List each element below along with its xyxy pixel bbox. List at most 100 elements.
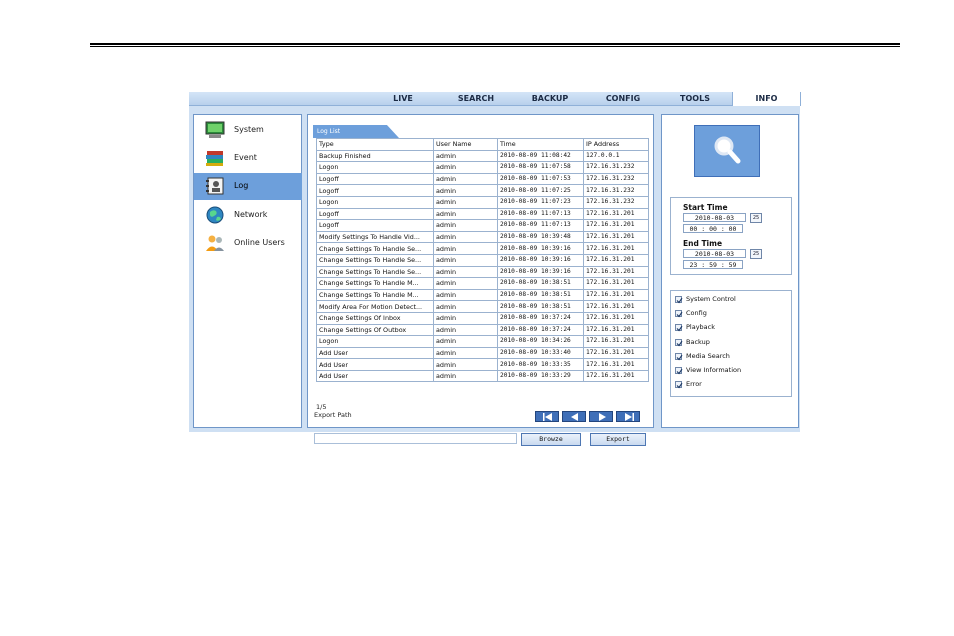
sidebar-item-system[interactable]: System (194, 117, 302, 144)
log-table: Type User Name Time IP Address Backup Fi… (316, 138, 649, 383)
tab-tools[interactable]: TOOLS (671, 92, 719, 105)
table-row[interactable]: Change Settings To Handle M... admin 2010-… (316, 288, 649, 302)
table-row[interactable]: Add User admin 2010-08-09 10:33:35 172.16.3… (316, 358, 649, 371)
filter-checkbox-label: View Information (686, 366, 742, 374)
table-row[interactable]: Logoff admin 2010-08-09 11:07:13 172.16.31.… (316, 219, 649, 232)
sidebar-item-label: System (234, 125, 264, 134)
checkbox[interactable] (675, 338, 683, 347)
export-path-input[interactable] (314, 433, 517, 444)
checkbox[interactable] (675, 310, 683, 318)
sidebar-item-log[interactable]: Log (194, 173, 302, 200)
end-time-field[interactable]: 23 : 59 : 59 (683, 260, 743, 269)
magnifier-icon (714, 136, 741, 164)
table-row[interactable]: Change Settings To Handle Se... admin 2010… (316, 253, 649, 267)
start-time-field[interactable]: 00 : 00 : 00 (683, 224, 743, 233)
sidebar-item-online-users[interactable]: Online Users (194, 230, 302, 257)
checkbox[interactable] (675, 324, 683, 332)
time-cell: 2010-08-09 10:39:16 (497, 253, 584, 267)
user-name-cell: admin (433, 184, 498, 197)
table-row[interactable]: Add User admin 2010-08-09 10:33:29 172.16.3… (316, 369, 649, 383)
export-button[interactable]: Export (590, 433, 646, 446)
document-rule (90, 43, 900, 45)
table-row[interactable]: Backup Finished admin 2010-08-09 11:08:42 1… (316, 149, 649, 163)
table-row[interactable]: Logoff admin 2010-08-09 11:07:53 172.16.31.… (316, 172, 649, 186)
ip-address-cell: 172.16.31.201 (583, 369, 649, 383)
prev-page-button[interactable] (562, 411, 586, 422)
user-name-cell: admin (433, 161, 498, 174)
column-header-user[interactable]: User Name (433, 138, 498, 151)
user-name-cell: admin (433, 242, 498, 255)
tab-config[interactable]: CONFIG (597, 92, 649, 105)
time-cell: 2010-08-09 11:08:42 (497, 149, 584, 163)
time-range-box: Start Time 2010-08-03 25 00 : 00 : 00 En… (670, 197, 792, 275)
table-row[interactable]: Logoff admin 2010-08-09 11:07:13 172.16.31.… (316, 207, 649, 221)
table-row[interactable]: Logon admin 2010-08-09 10:34:26 172.16.31.2… (316, 335, 649, 348)
column-header-ip[interactable]: IP Address (583, 138, 649, 151)
check-icon (676, 368, 683, 375)
user-name-cell: admin (433, 172, 498, 186)
books-icon (206, 151, 223, 166)
table-row[interactable]: Change Settings To Handle Se... admin 2010… (316, 265, 649, 279)
last-page-button[interactable] (616, 411, 640, 422)
checkbox[interactable] (675, 296, 683, 304)
next-page-button[interactable] (589, 411, 613, 422)
tab-info[interactable]: INFO (732, 92, 801, 106)
column-header-type[interactable]: Type (316, 138, 434, 151)
log-type-cell: Modify Area For Motion Detect... (316, 300, 434, 313)
start-calendar-icon[interactable]: 25 (750, 213, 762, 223)
ip-address-cell: 172.16.31.201 (583, 219, 649, 232)
log-type-cell: Change Settings Of Outbox (316, 323, 434, 337)
ip-address-cell: 172.16.31.201 (583, 277, 649, 290)
filter-checkbox-label: Media Search (686, 351, 730, 360)
table-row[interactable]: Change Settings To Handle M... admin 2010-… (316, 277, 649, 290)
user-name-cell: admin (433, 311, 498, 325)
log-type-cell: Logon (316, 335, 434, 348)
ip-address-cell: 172.16.31.232 (583, 161, 649, 174)
browse-button[interactable]: Browze (521, 433, 581, 446)
table-row[interactable]: Modify Settings To Handle Vid... admin 201… (316, 230, 649, 244)
first-page-button[interactable] (535, 411, 559, 422)
table-row[interactable]: Logoff admin 2010-08-09 11:07:25 172.16.31.… (316, 184, 649, 197)
time-cell: 2010-08-09 10:39:16 (497, 242, 584, 255)
sidebar-item-event[interactable]: Event (194, 145, 302, 172)
end-date-field[interactable]: 2010-08-03 (683, 249, 746, 258)
top-nav: LIVE SEARCH BACKUP CONFIG TOOLS INFO (189, 92, 801, 106)
ip-address-cell: 127.0.0.1 (583, 149, 649, 163)
table-row[interactable]: Logon admin 2010-08-09 11:07:23 172.16.31.2… (316, 195, 649, 209)
log-type-cell: Logoff (316, 207, 434, 221)
time-cell: 2010-08-09 11:07:58 (497, 161, 584, 174)
end-calendar-icon[interactable]: 25 (750, 249, 762, 259)
time-cell: 2010-08-09 10:33:35 (497, 358, 584, 371)
search-button[interactable] (694, 125, 760, 177)
start-date-field[interactable]: 2010-08-03 (683, 213, 746, 222)
log-type-cell: Change Settings To Handle Se... (316, 253, 434, 267)
users-icon (206, 235, 224, 251)
table-row[interactable]: Modify Area For Motion Detect... admin 201… (316, 300, 649, 313)
user-name-cell: admin (433, 323, 498, 337)
log-type-cell: Add User (316, 369, 434, 383)
tab-search[interactable]: SEARCH (451, 92, 501, 105)
user-name-cell: admin (433, 253, 498, 267)
tab-live[interactable]: LIVE (384, 92, 422, 105)
time-cell: 2010-08-09 11:07:13 (497, 219, 584, 232)
sidebar-item-network[interactable]: Network (194, 202, 302, 229)
checkbox[interactable] (675, 352, 683, 361)
table-row[interactable]: Change Settings Of Outbox admin 2010-08-09… (316, 323, 649, 337)
table-row[interactable]: Change Settings Of Inbox admin 2010-08-09 … (316, 311, 649, 325)
time-cell: 2010-08-09 10:33:29 (497, 369, 584, 383)
table-row[interactable]: Add User admin 2010-08-09 10:33:40 172.16.3… (316, 346, 649, 360)
log-list-tab[interactable]: Log List (313, 125, 399, 138)
checkbox[interactable] (675, 381, 683, 389)
sidebar-item-label: Event (234, 153, 257, 162)
time-cell: 2010-08-09 10:38:51 (497, 288, 584, 302)
log-type-cell: Add User (316, 358, 434, 371)
table-row[interactable]: Logon admin 2010-08-09 11:07:58 172.16.31.2… (316, 161, 649, 174)
checkbox[interactable] (675, 367, 683, 375)
table-row[interactable]: Change Settings To Handle Se... admin 2010… (316, 242, 649, 255)
log-type-filter-box: System Control Config Playback Backup Media … (670, 290, 792, 397)
log-type-cell: Logoff (316, 172, 434, 186)
prev-page-icon (571, 413, 578, 421)
column-header-time[interactable]: Time (497, 138, 584, 151)
tab-backup[interactable]: BACKUP (524, 92, 576, 105)
user-name-cell: admin (433, 288, 498, 302)
